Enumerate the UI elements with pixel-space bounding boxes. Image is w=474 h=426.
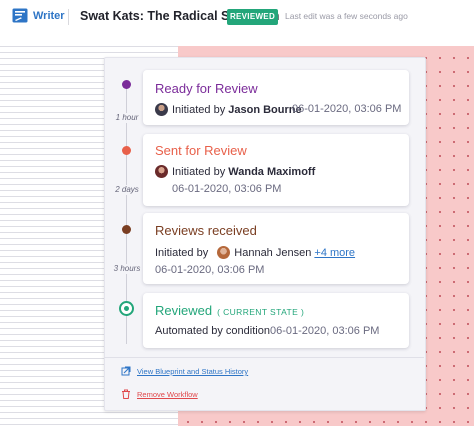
top-bar: Writer Swat Kats: The Radical Squadron R… (0, 0, 474, 34)
duration-2: 2 days (112, 185, 142, 195)
status-title: Reviews received (155, 223, 257, 238)
panel-divider (104, 357, 424, 358)
avatar (155, 165, 168, 178)
more-reviewers-link[interactable]: +4 more (314, 247, 355, 259)
duration-1: 1 hour (112, 113, 142, 123)
header-divider (68, 9, 69, 25)
automated-by-line: Automated by condition (155, 325, 270, 337)
status-badge: REVIEWED (227, 9, 278, 25)
remove-workflow-label: Remove Workflow (137, 390, 198, 399)
app-name[interactable]: Writer (33, 10, 65, 22)
timeline-node-ready (122, 80, 131, 89)
initiated-by-line: Initiated by Jason Bourne (155, 103, 302, 116)
remove-workflow-link[interactable]: Remove Workflow (121, 389, 198, 399)
status-title: Sent for Review (155, 143, 247, 158)
status-card-ready-for-review[interactable]: Ready for Review Initiated by Jason Bour… (143, 70, 409, 125)
view-history-link[interactable]: View Blueprint and Status History (121, 366, 248, 376)
status-title: Reviewed ( CURRENT STATE ) (155, 303, 304, 318)
writer-logo-icon[interactable] (12, 8, 28, 23)
current-state-label: ( CURRENT STATE ) (217, 307, 305, 317)
status-card-reviews-received[interactable]: Reviews received Initiated by Hannah Jen… (143, 213, 409, 284)
avatar (155, 103, 168, 116)
last-edit-status: Last edit was a few seconds ago (285, 11, 408, 21)
initiated-by-label: Initiated by (172, 104, 226, 116)
status-datetime: 06-01-2020, 03:06 PM (292, 103, 402, 115)
status-datetime: 06-01-2020, 03:06 PM (172, 183, 282, 195)
status-title: Ready for Review (155, 81, 258, 96)
history-icon (121, 366, 131, 376)
initiated-by-line: Initiated by Hannah Jensen +4 more (155, 246, 355, 259)
initiated-by-label: Initiated by (172, 166, 226, 178)
initiated-by-label: Initiated by (155, 247, 209, 259)
trash-icon (122, 389, 130, 399)
timeline-node-sent (122, 146, 131, 155)
initiator-name: Wanda Maximoff (228, 166, 316, 178)
timeline-node-received (122, 225, 131, 234)
initiator-name: Jason Bourne (228, 104, 302, 116)
current-state-dot (124, 306, 129, 311)
timeline-node-reviewed (119, 301, 134, 316)
status-card-sent-for-review[interactable]: Sent for Review Initiated by Wanda Maxim… (143, 134, 409, 206)
initiated-by-line: Initiated by Wanda Maximoff (155, 165, 315, 178)
status-datetime: 06-01-2020, 03:06 PM (155, 264, 265, 276)
duration-3: 3 hours (112, 264, 142, 274)
avatar (217, 246, 231, 259)
view-history-label: View Blueprint and Status History (137, 367, 249, 376)
status-card-reviewed[interactable]: Reviewed ( CURRENT STATE ) Automated by c… (143, 293, 409, 348)
initiator-name: Hannah Jensen (234, 247, 312, 259)
status-datetime: 06-01-2020, 03:06 PM (270, 325, 380, 337)
status-title-text: Reviewed (155, 303, 213, 318)
